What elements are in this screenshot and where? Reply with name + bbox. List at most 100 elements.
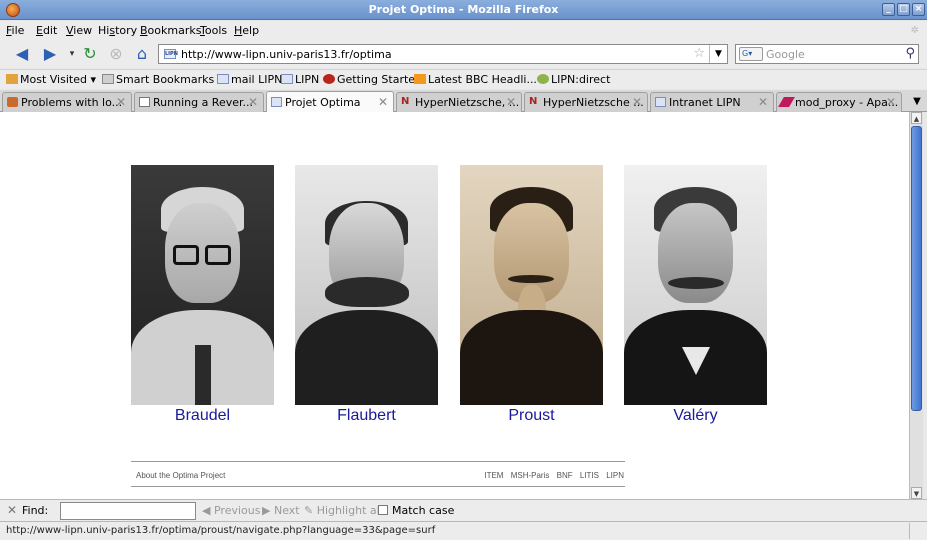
highlight-all-button[interactable]: ✎ Highlight all xyxy=(304,504,383,517)
rss-feed-icon xyxy=(414,74,426,84)
menu-view[interactable]: View xyxy=(66,24,92,37)
search-magnifier-icon[interactable]: ⚲ xyxy=(905,46,915,61)
search-placeholder[interactable]: Google xyxy=(766,48,805,61)
menu-file[interactable]: File xyxy=(6,24,24,37)
tab-favicon-icon xyxy=(139,97,150,107)
footer-link-bnf[interactable]: BNF xyxy=(557,471,573,480)
scrollbar-thumb[interactable] xyxy=(911,126,922,411)
footer-divider-top xyxy=(131,461,625,462)
footer-link-lipn[interactable]: LIPN xyxy=(606,471,624,480)
author-link-valery[interactable]: Valéry xyxy=(624,407,767,425)
gear-icon xyxy=(537,74,549,84)
menu-help[interactable]: Help xyxy=(234,24,259,37)
footer-link-litis[interactable]: LITIS xyxy=(580,471,599,480)
bookmark-lipn[interactable]: LIPN xyxy=(281,73,319,86)
window-titlebar[interactable]: Projet Optima - Mozilla Firefox _ □ × xyxy=(0,0,927,20)
tab-problems[interactable]: Problems with lo... ✕ xyxy=(2,92,132,112)
footer-link-item[interactable]: ITEM xyxy=(484,471,503,480)
match-case-checkbox[interactable] xyxy=(378,505,388,515)
tab-close-icon[interactable]: ✕ xyxy=(758,95,768,109)
author-link-flaubert[interactable]: Flaubert xyxy=(295,407,438,425)
minimize-button[interactable]: _ xyxy=(882,3,895,16)
tab-running-reverse[interactable]: Running a Rever... ✕ xyxy=(134,92,264,112)
mustache-icon xyxy=(668,277,724,289)
portrait-flaubert[interactable] xyxy=(295,165,438,405)
tab-favicon-icon xyxy=(7,97,18,107)
bookmark-bbc-headlines[interactable]: Latest BBC Headli... ▾ xyxy=(414,73,546,86)
footer-links: ITEM MSH-Paris BNF LITIS LIPN xyxy=(479,471,624,480)
bookmarks-toolbar: Most Visited ▾ Smart Bookmarks ▾ mail LI… xyxy=(0,69,927,89)
stop-icon[interactable]: ⊗ xyxy=(106,44,126,64)
tab-close-icon[interactable]: ✕ xyxy=(378,95,388,109)
tab-projet-optima[interactable]: Projet Optima ✕ xyxy=(266,91,394,113)
tab-hypernietzsche-2[interactable]: N HyperNietzsche ... ✕ xyxy=(524,92,648,112)
author-link-proust[interactable]: Proust xyxy=(460,407,603,425)
glasses-icon xyxy=(173,245,199,265)
bookmark-smart-bookmarks[interactable]: Smart Bookmarks ▾ xyxy=(102,73,223,86)
menu-edit[interactable]: Edit xyxy=(36,24,57,37)
bookmark-star-icon[interactable]: ☆ xyxy=(693,46,705,61)
portrait-braudel[interactable] xyxy=(131,165,274,405)
menu-bar: File Edit View History Bookmarks Tools H… xyxy=(0,21,927,40)
tab-mod-proxy[interactable]: mod_proxy - Apa... ✕ xyxy=(776,92,902,112)
menu-bookmarks[interactable]: Bookmarks xyxy=(140,24,201,37)
menu-history[interactable]: History xyxy=(98,24,137,37)
tab-close-icon[interactable]: ✕ xyxy=(116,95,126,109)
find-input[interactable] xyxy=(60,502,196,520)
tab-close-icon[interactable]: ✕ xyxy=(632,95,642,109)
home-icon[interactable]: ⌂ xyxy=(132,44,152,64)
tab-favicon-icon xyxy=(778,97,795,107)
footer-link-msh[interactable]: MSH-Paris xyxy=(511,471,550,480)
tie-icon xyxy=(195,345,211,405)
status-text: http://www-lipn.univ-paris13.fr/optima/p… xyxy=(6,525,436,536)
tab-close-icon[interactable]: ✕ xyxy=(506,95,516,109)
tab-favicon-icon xyxy=(655,97,666,107)
scroll-up-arrow-icon[interactable]: ▲ xyxy=(911,112,922,124)
find-previous-button[interactable]: ◀ Previous xyxy=(202,504,260,517)
forward-arrow-icon[interactable]: ▶ xyxy=(40,44,60,64)
menu-tools[interactable]: Tools xyxy=(200,24,227,37)
tab-intranet-lipn[interactable]: Intranet LIPN ✕ xyxy=(650,92,774,112)
bookmark-getting-started[interactable]: Getting Started xyxy=(323,73,422,86)
maximize-button[interactable]: □ xyxy=(897,3,910,16)
bookmark-lipn-direct[interactable]: LIPN:direct xyxy=(537,73,610,86)
find-label: Find: xyxy=(22,504,49,517)
footer-about-link[interactable]: About the Optima Project xyxy=(136,471,225,480)
reload-icon[interactable]: ↻ xyxy=(80,44,100,64)
search-box[interactable]: G▾ Google ⚲ xyxy=(735,44,919,64)
window-title: Projet Optima - Mozilla Firefox xyxy=(368,3,559,16)
url-bar[interactable]: LIPN http://www-lipn.univ-paris13.fr/opt… xyxy=(158,44,728,64)
portrait-valery[interactable] xyxy=(624,165,767,405)
mustache-icon xyxy=(325,277,409,307)
resize-grip[interactable] xyxy=(909,523,927,539)
next-arrow-icon: ▶ xyxy=(262,504,271,517)
navigation-toolbar: ◀ ▶ ▾ ↻ ⊗ ⌂ LIPN http://www-lipn.univ-pa… xyxy=(0,40,927,68)
url-text[interactable]: http://www-lipn.univ-paris13.fr/optima xyxy=(181,48,392,61)
back-arrow-icon[interactable]: ◀ xyxy=(12,44,32,64)
url-dropdown-icon[interactable]: ▼ xyxy=(709,45,727,63)
history-dropdown-icon[interactable]: ▾ xyxy=(62,44,82,64)
scroll-down-arrow-icon[interactable]: ▼ xyxy=(911,487,922,499)
footer-divider-bottom xyxy=(131,486,625,487)
site-favicon-icon: LIPN xyxy=(164,49,178,59)
bookmark-most-visited[interactable]: Most Visited ▾ xyxy=(6,73,96,86)
folder-icon xyxy=(102,74,114,84)
previous-arrow-icon: ◀ xyxy=(202,504,211,517)
tab-close-icon[interactable]: ✕ xyxy=(886,95,896,109)
page-viewport: Braudel Flaubert Proust Valéry About the… xyxy=(0,112,909,499)
tab-list-dropdown-icon[interactable]: ▼ xyxy=(909,94,925,110)
portrait-proust[interactable] xyxy=(460,165,603,405)
tab-close-icon[interactable]: ✕ xyxy=(248,95,258,109)
match-case-label[interactable]: Match case xyxy=(392,504,454,517)
highlighter-icon: ✎ xyxy=(304,504,314,517)
find-close-icon[interactable]: ✕ xyxy=(7,503,17,517)
vertical-scrollbar[interactable]: ▲ ▼ xyxy=(909,112,923,499)
close-window-button[interactable]: × xyxy=(912,3,925,16)
bookmark-mail-lipn[interactable]: mail LIPN xyxy=(217,73,282,86)
find-next-button[interactable]: ▶ Next xyxy=(262,504,300,517)
mustache-icon xyxy=(508,275,554,283)
tab-strip: Problems with lo... ✕ Running a Rever...… xyxy=(0,90,927,113)
search-engine-icon[interactable]: G▾ xyxy=(739,47,763,61)
tab-hypernietzsche-1[interactable]: N HyperNietzsche, ... ✕ xyxy=(396,92,522,112)
author-link-braudel[interactable]: Braudel xyxy=(131,407,274,425)
